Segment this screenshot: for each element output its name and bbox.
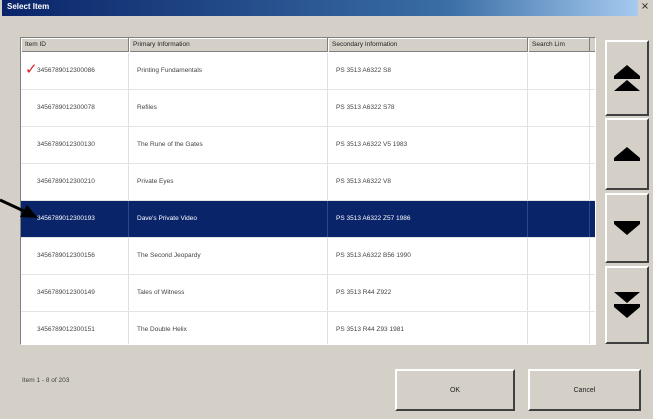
select-item-dialog: Select Item × Item ID Primary Informatio…: [0, 0, 653, 419]
item-id-text: 3456789012300210: [37, 178, 95, 185]
primary-info-cell: The Second Jeopardy: [129, 238, 328, 274]
primary-info-cell: Tales of Witness: [129, 275, 328, 311]
secondary-info-cell: PS 3513 A6322 Z57 1986: [328, 201, 528, 237]
close-icon[interactable]: ×: [639, 2, 651, 14]
search-lim-cell: [528, 238, 590, 274]
secondary-info-cell: PS 3513 A6322 V8: [328, 164, 528, 200]
grid-header: Item ID Primary Information Secondary In…: [21, 38, 595, 52]
table-row[interactable]: 3456789012300078 Refiles PS 3513 A6322 S78: [21, 90, 595, 127]
item-id-text: 3456789012300078: [37, 104, 95, 111]
search-lim-cell: [528, 275, 590, 311]
search-lim-cell: [528, 127, 590, 163]
primary-info-cell: The Double Helix: [129, 312, 328, 344]
table-row[interactable]: 3456789012300130 The Rune of the Gates PS …: [21, 127, 595, 164]
item-id-cell: 3456789012300130: [21, 127, 129, 163]
item-id-cell: 3456789012300149: [21, 275, 129, 311]
secondary-info-cell: PS 3513 A6322 S8: [328, 53, 528, 89]
status-count: Item 1 - 8 of 203: [22, 377, 70, 384]
primary-info-cell: Dave's Private Video: [129, 201, 328, 237]
scroll-down-button[interactable]: [605, 193, 649, 263]
table-row[interactable]: ✓ 3456789012300086 Printing Fundamentals PS…: [21, 53, 595, 90]
window-title: Select Item: [2, 0, 638, 16]
grid-rows: ✓ 3456789012300086 Printing Fundamentals PS…: [21, 53, 595, 344]
column-header-search-lim[interactable]: Search Lim: [528, 38, 590, 52]
double-down-arrow-icon: [614, 292, 640, 318]
item-id-cell: 3456789012300151: [21, 312, 129, 344]
item-id-text: 3456789012300086: [37, 67, 95, 74]
item-id-text: 3456789012300130: [37, 141, 95, 148]
item-id-cell: 3456789012300078: [21, 90, 129, 126]
secondary-info-cell: PS 3513 R44 Z922: [328, 275, 528, 311]
primary-info-cell: Printing Fundamentals: [129, 53, 328, 89]
cancel-button[interactable]: Cancel: [528, 369, 641, 411]
up-arrow-icon: [614, 147, 640, 161]
primary-info-cell: The Rune of the Gates: [129, 127, 328, 163]
secondary-info-cell: PS 3513 A6322 B56 1990: [328, 238, 528, 274]
item-id-text: 3456789012300151: [37, 326, 95, 333]
item-id-text: 3456789012300193: [37, 215, 95, 222]
search-lim-cell: [528, 201, 590, 237]
search-lim-cell: [528, 90, 590, 126]
table-row[interactable]: 3456789012300193 Dave's Private Video PS 3…: [21, 201, 595, 238]
item-id-text: 3456789012300156: [37, 252, 95, 259]
primary-info-cell: Private Eyes: [129, 164, 328, 200]
search-lim-cell: [528, 312, 590, 344]
item-id-cell: ✓ 3456789012300086: [21, 53, 129, 89]
column-header-secondary-info[interactable]: Secondary Information: [328, 38, 528, 52]
scroll-top-button[interactable]: [605, 40, 649, 116]
double-up-arrow-icon: [614, 65, 640, 91]
primary-info-cell: Refiles: [129, 90, 328, 126]
column-header-item-id[interactable]: Item ID: [21, 38, 129, 52]
item-id-cell: 3456789012300156: [21, 238, 129, 274]
table-row[interactable]: 3456789012300151 The Double Helix PS 3513 …: [21, 312, 595, 344]
table-row[interactable]: 3456789012300156 The Second Jeopardy PS 35…: [21, 238, 595, 275]
item-grid: Item ID Primary Information Secondary In…: [20, 37, 596, 345]
checkmark-icon: ✓: [25, 60, 38, 78]
secondary-info-cell: PS 3513 A6322 V5 1983: [328, 127, 528, 163]
scroll-up-button[interactable]: [605, 118, 649, 190]
search-lim-cell: [528, 164, 590, 200]
scroll-bottom-button[interactable]: [605, 266, 649, 344]
item-id-text: 3456789012300149: [37, 289, 95, 296]
table-row[interactable]: 3456789012300210 Private Eyes PS 3513 A632…: [21, 164, 595, 201]
down-arrow-icon: [614, 221, 640, 235]
table-row[interactable]: 3456789012300149 Tales of Witness PS 3513 …: [21, 275, 595, 312]
pointer-arrow-icon: [0, 198, 38, 218]
ok-button[interactable]: OK: [395, 369, 515, 411]
secondary-info-cell: PS 3513 A6322 S78: [328, 90, 528, 126]
search-lim-cell: [528, 53, 590, 89]
column-header-primary-info[interactable]: Primary Information: [129, 38, 328, 52]
secondary-info-cell: PS 3513 R44 Z93 1981: [328, 312, 528, 344]
item-id-cell: 3456789012300210: [21, 164, 129, 200]
